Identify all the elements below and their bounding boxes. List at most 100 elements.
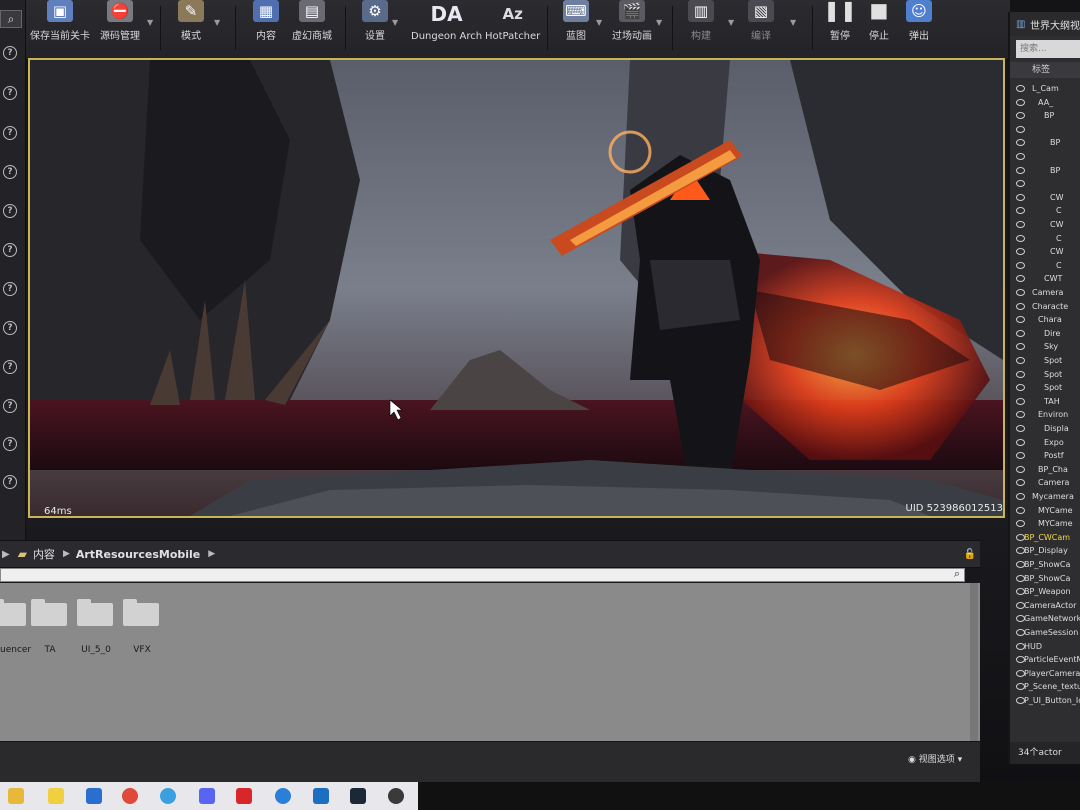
outliner-row[interactable]: Displa <box>1010 422 1080 435</box>
visibility-eye-icon[interactable] <box>1016 180 1025 188</box>
eject-button[interactable]: ☺ 弹出 <box>906 0 932 58</box>
content-button[interactable]: ▦ 内容 <box>253 0 279 58</box>
modes-caret-icon[interactable]: ▼ <box>214 18 220 27</box>
help-icon[interactable]: ? <box>3 360 17 374</box>
help-icon[interactable]: ? <box>3 46 17 60</box>
outliner-row[interactable]: BP <box>1010 164 1080 177</box>
compile-button[interactable]: ▧ 编译 <box>748 0 774 58</box>
view-options-button[interactable]: ◉ 视图选项 ▾ <box>908 752 962 765</box>
outliner-row[interactable]: P_UI_Button_Ic <box>1010 694 1080 707</box>
help-icon[interactable]: ? <box>3 399 17 413</box>
visibility-eye-icon[interactable] <box>1016 153 1025 160</box>
outliner-row[interactable]: MYCame <box>1010 517 1080 530</box>
visibility-eye-icon[interactable] <box>1016 506 1025 514</box>
outliner-row[interactable]: Sky <box>1010 340 1080 353</box>
visibility-eye-icon[interactable] <box>1016 207 1025 215</box>
blueprints-caret-icon[interactable]: ▼ <box>596 18 602 27</box>
visibility-eye-icon[interactable] <box>1016 357 1025 364</box>
help-icon[interactable]: ? <box>3 437 17 451</box>
outliner-row[interactable]: Chara <box>1010 313 1080 326</box>
visibility-eye-icon[interactable] <box>1016 112 1025 120</box>
outliner-row[interactable]: Spot <box>1010 381 1080 394</box>
folder-tile[interactable] <box>123 599 159 626</box>
outliner-row[interactable]: Dire <box>1010 327 1080 340</box>
outliner-row[interactable]: PlayerCameraM <box>1010 667 1080 680</box>
outliner-row[interactable]: Environ <box>1010 408 1080 421</box>
help-icon[interactable]: ? <box>3 475 17 489</box>
help-icon[interactable]: ? <box>3 165 17 179</box>
breadcrumb-art-resources[interactable]: ArtResourcesMobile <box>76 548 200 561</box>
folder-tile[interactable] <box>31 599 67 626</box>
help-icon[interactable]: ? <box>3 243 17 257</box>
outliner-row[interactable]: Camera <box>1010 476 1080 489</box>
scrollbar[interactable] <box>970 583 978 741</box>
outliner-row[interactable]: BP_ShowCa <box>1010 558 1080 571</box>
content-search-input[interactable]: ⌕ <box>0 567 965 582</box>
modes-button[interactable]: ✎ 模式 <box>178 0 204 58</box>
chevron-left-icon[interactable]: ▶ <box>2 549 10 560</box>
outliner-row[interactable]: MYCame <box>1010 504 1080 517</box>
outliner-row[interactable]: BP_CWCam <box>1010 531 1080 544</box>
marketplace-button[interactable]: ▤ 虚幻商城 <box>292 0 332 58</box>
visibility-eye-icon[interactable] <box>1016 397 1025 405</box>
help-icon[interactable]: ? <box>3 282 17 296</box>
outliner-row[interactable]: CW <box>1010 191 1080 204</box>
visibility-eye-icon[interactable] <box>1016 452 1025 460</box>
app-icon[interactable] <box>313 788 329 804</box>
visibility-eye-icon[interactable] <box>1016 370 1025 378</box>
save-level-button[interactable]: ▣ 保存当前关卡 <box>30 0 90 58</box>
chrome-icon[interactable] <box>122 788 138 804</box>
outliner-row[interactable]: BP_Cha <box>1010 463 1080 476</box>
blueprints-button[interactable]: ⌨ 蓝图 <box>563 0 589 58</box>
outliner-row[interactable]: BP_Display <box>1010 544 1080 557</box>
discord-icon[interactable] <box>199 788 215 804</box>
settings-button[interactable]: ⚙ 设置 <box>362 0 388 58</box>
visibility-eye-icon[interactable] <box>1016 316 1025 324</box>
visibility-eye-icon[interactable] <box>1016 85 1025 92</box>
folder-tile[interactable] <box>77 599 113 626</box>
visibility-eye-icon[interactable] <box>1016 261 1025 269</box>
outliner-row[interactable]: Postf <box>1010 449 1080 462</box>
wps-icon[interactable] <box>236 788 252 804</box>
visibility-eye-icon[interactable] <box>1016 384 1025 392</box>
outliner-row[interactable]: BP_ShowCa <box>1010 572 1080 585</box>
visibility-eye-icon[interactable] <box>1016 479 1025 487</box>
outliner-row[interactable]: CameraActor <box>1010 599 1080 612</box>
visibility-eye-icon[interactable] <box>1016 493 1025 500</box>
compile-caret-icon[interactable]: ▼ <box>790 18 796 27</box>
content-browser-asset-view[interactable]: uencer TA UI_5_0 VFX <box>0 583 980 741</box>
help-icon[interactable]: ? <box>3 204 17 218</box>
outliner-row[interactable]: C <box>1010 232 1080 245</box>
outliner-row[interactable]: BP <box>1010 136 1080 149</box>
visibility-eye-icon[interactable] <box>1016 411 1025 419</box>
hotpatcher-button[interactable]: Az HotPatcher <box>485 0 540 58</box>
outliner-row[interactable]: GameSession <box>1010 626 1080 639</box>
outliner-row[interactable]: C <box>1010 259 1080 272</box>
outliner-row[interactable]: CW <box>1010 218 1080 231</box>
outliner-row[interactable]: ParticleEventM <box>1010 653 1080 666</box>
visibility-eye-icon[interactable] <box>1016 520 1025 528</box>
outliner-row[interactable]: TAH <box>1010 395 1080 408</box>
outliner-row[interactable]: C <box>1010 204 1080 217</box>
visibility-eye-icon[interactable] <box>1016 234 1025 242</box>
visibility-eye-icon[interactable] <box>1016 166 1025 174</box>
notes-icon[interactable] <box>48 788 64 804</box>
outliner-row[interactable]: Characte <box>1010 300 1080 313</box>
help-icon[interactable]: ? <box>3 86 17 100</box>
app-icon[interactable] <box>86 788 102 804</box>
visibility-eye-icon[interactable] <box>1016 329 1025 337</box>
cinematics-caret-icon[interactable]: ▼ <box>656 18 662 27</box>
stop-button[interactable]: ■ 停止 <box>866 0 892 58</box>
outliner-column-header[interactable]: 标签 <box>1010 62 1080 78</box>
visibility-eye-icon[interactable] <box>1016 98 1025 106</box>
chevron-right-icon[interactable]: ▶ <box>63 549 70 559</box>
outliner-row[interactable]: Expo <box>1010 436 1080 449</box>
visibility-eye-icon[interactable] <box>1016 193 1025 201</box>
search-icon[interactable]: ⌕ <box>0 10 22 28</box>
visibility-eye-icon[interactable] <box>1016 248 1025 256</box>
build-caret-icon[interactable]: ▼ <box>728 18 734 27</box>
visibility-eye-icon[interactable] <box>1016 343 1025 351</box>
pause-button[interactable]: ❚❚ 暂停 <box>823 0 857 58</box>
help-icon[interactable]: ? <box>3 126 17 140</box>
lock-icon[interactable]: 🔓 <box>964 549 976 560</box>
